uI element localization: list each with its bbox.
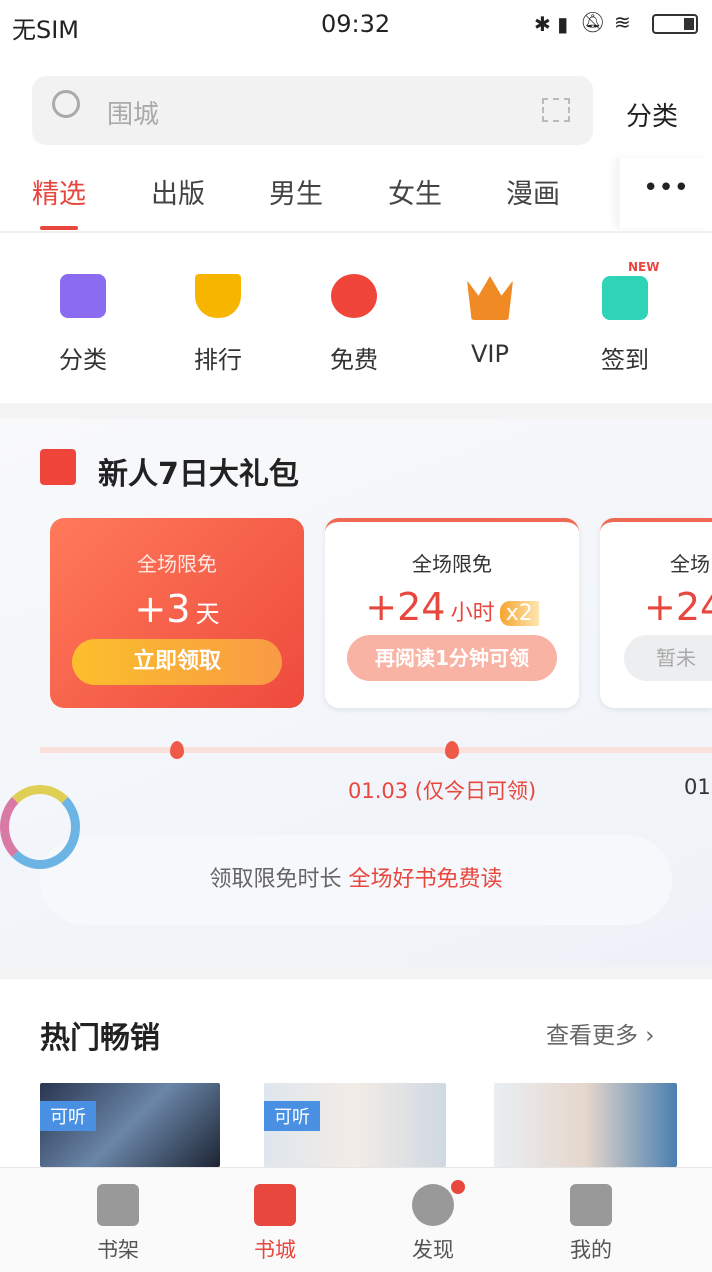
claim-now-button[interactable]: 立即领取: [72, 639, 282, 685]
card-amount: +3: [134, 587, 191, 631]
nav-bookshelf[interactable]: 书架: [68, 1178, 168, 1264]
bookstore-icon: [254, 1184, 296, 1226]
gift-section: 新人7日大礼包 全场限免 +3 天 立即领取 全场限免 +24 小时 x2 再阅…: [0, 419, 712, 967]
nav-discover[interactable]: 发现: [383, 1178, 483, 1264]
trophy-icon[interactable]: [195, 274, 241, 318]
nav-label: 我的: [570, 1238, 612, 1262]
card-amount: +24: [644, 585, 712, 629]
quick-link-category[interactable]: 分类: [33, 340, 133, 375]
more-tabs-button[interactable]: •••: [620, 158, 712, 228]
nav-label: 书城: [254, 1238, 296, 1262]
clock: 09:32: [321, 10, 391, 38]
search-placeholder: 围城: [107, 100, 160, 130]
mute-icon: 🔕︎: [580, 10, 606, 34]
not-available-button[interactable]: 暂未: [624, 635, 712, 681]
quick-link-ranking[interactable]: 排行: [168, 340, 268, 375]
timeline-marker: [445, 741, 459, 759]
see-more-label: 查看更多: [546, 1023, 638, 1049]
section-gap: [0, 403, 712, 419]
section-gap: [0, 967, 712, 979]
banner-text: 领取限免时长: [209, 867, 342, 892]
profile-icon: [570, 1184, 612, 1226]
divider: [0, 231, 712, 233]
nav-profile[interactable]: 我的: [541, 1178, 641, 1264]
category-icon[interactable]: [60, 274, 106, 318]
audio-badge: 可听: [40, 1101, 96, 1131]
nav-label: 书架: [97, 1238, 139, 1262]
bookshelf-icon: [97, 1184, 139, 1226]
gift-card-day2[interactable]: 全场限免 +24 小时 x2 再阅读1分钟可领: [325, 518, 579, 708]
gift-card-day1[interactable]: 全场限免 +3 天 立即领取: [50, 518, 304, 708]
card-title: 全场限免: [137, 552, 217, 576]
scan-icon[interactable]: [542, 98, 570, 122]
audio-badge: 可听: [264, 1101, 320, 1131]
search-input[interactable]: 围城: [32, 76, 593, 145]
tab-comics[interactable]: 漫画: [506, 172, 560, 211]
carrier: 无SIM: [12, 16, 80, 44]
crown-icon[interactable]: [467, 276, 513, 320]
checkin-calendar-icon[interactable]: [602, 276, 648, 320]
tab-male[interactable]: 男生: [269, 172, 323, 211]
gift-card-day3[interactable]: 全场 +24 暂未: [600, 518, 712, 708]
compass-icon: [412, 1184, 454, 1226]
quick-link-free[interactable]: 免费: [304, 340, 404, 375]
nav-label: 发现: [412, 1238, 454, 1262]
bluetooth-icon: ✱ ▮: [534, 12, 569, 36]
card-unit: 天: [195, 600, 220, 628]
quick-link-vip[interactable]: VIP: [440, 340, 540, 368]
card-title: 全场: [670, 552, 710, 576]
book-cover[interactable]: 可听: [40, 1083, 220, 1167]
loading-spinner-icon: [0, 785, 80, 869]
banner-highlight: 全场好书免费读: [348, 867, 503, 892]
tab-publish[interactable]: 出版: [151, 172, 205, 211]
card-amount: +24: [365, 585, 446, 629]
bottom-nav: 书架 书城 发现 我的: [0, 1167, 712, 1272]
battery-icon: [652, 14, 698, 34]
timeline-marker: [170, 741, 184, 759]
tab-female[interactable]: 女生: [388, 172, 442, 211]
nav-bookstore[interactable]: 书城: [225, 1178, 325, 1264]
timeline-date: 01.03 (仅今日可领): [348, 779, 537, 803]
card-unit: 小时: [450, 601, 495, 626]
read-more-button[interactable]: 再阅读1分钟可领: [347, 635, 557, 681]
free-icon[interactable]: [331, 274, 377, 318]
category-link[interactable]: 分类: [626, 96, 678, 133]
see-more-link[interactable]: 查看更多 ›: [546, 1016, 655, 1050]
tab-featured[interactable]: 精选: [32, 172, 86, 211]
quick-link-checkin[interactable]: 签到: [575, 340, 675, 375]
status-bar: 无SIM 09:32 ✱ ▮ 🔕︎ ≋: [0, 0, 712, 50]
notification-dot: [451, 1180, 465, 1194]
card-title: 全场限免: [412, 552, 492, 576]
search-icon: [52, 90, 80, 118]
gift-icon: [40, 449, 76, 485]
multiplier-badge: x2: [499, 601, 539, 626]
timeline: [40, 747, 712, 753]
new-badge: NEW: [628, 260, 660, 274]
timeline-date: 01: [684, 775, 711, 799]
book-cover[interactable]: [494, 1083, 677, 1167]
wifi-icon: ≋: [614, 10, 631, 34]
book-cover[interactable]: 可听: [264, 1083, 446, 1167]
active-tab-indicator: [40, 226, 78, 230]
gift-title: 新人7日大礼包: [98, 457, 299, 492]
hot-title: 热门畅销: [40, 1021, 160, 1056]
free-read-banner[interactable]: 领取限免时长 全场好书免费读: [40, 835, 672, 925]
